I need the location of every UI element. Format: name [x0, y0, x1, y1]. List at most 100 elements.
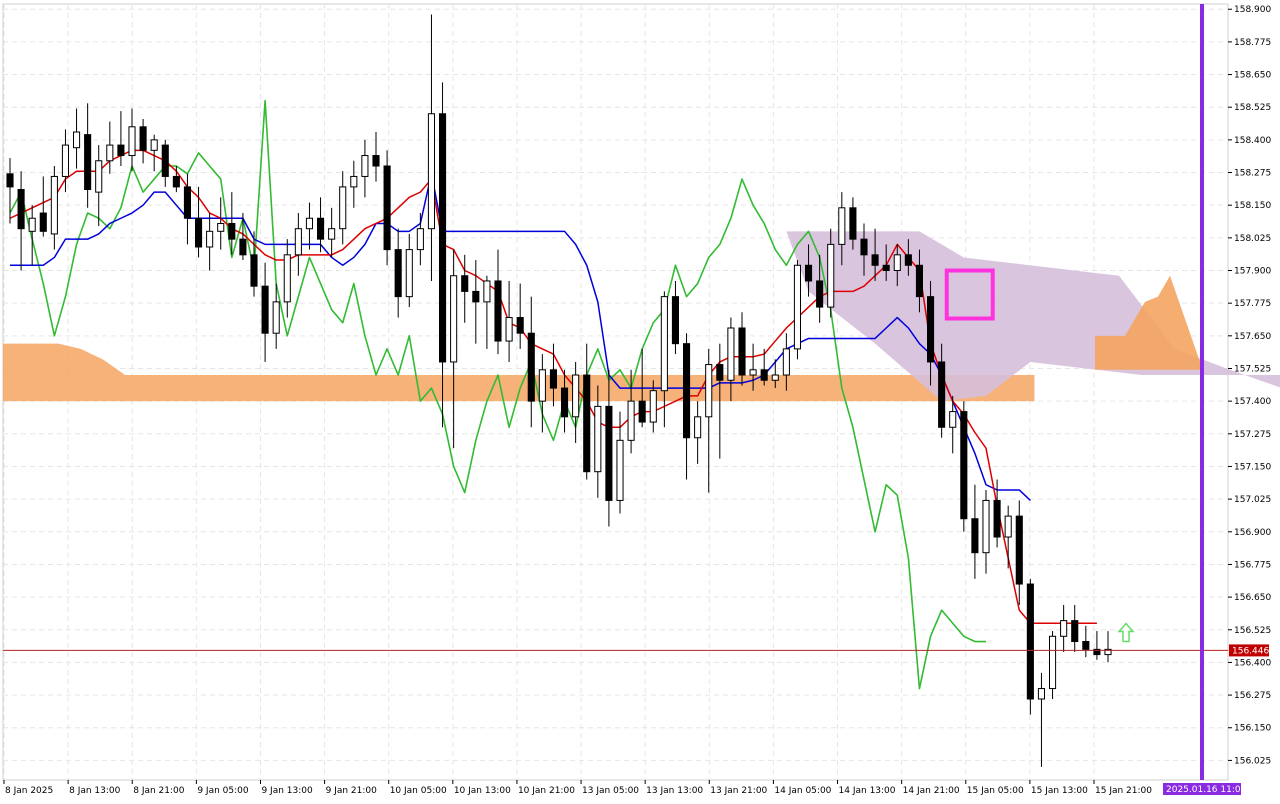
price-tick-label: 157.525 — [1234, 364, 1271, 374]
candle-body-bull — [1037, 688, 1046, 700]
candle-body-bull — [727, 327, 735, 381]
candle — [671, 280, 680, 355]
candle-body-bull — [283, 254, 291, 303]
candle — [694, 401, 702, 464]
candle — [583, 343, 591, 480]
candle — [361, 139, 369, 198]
time-tick-label: 9 Jan 13:00 — [261, 786, 313, 796]
candle-body-bear — [638, 400, 646, 423]
candle-body-bull — [339, 186, 347, 230]
candle — [95, 145, 103, 227]
candle-body-bull — [427, 113, 436, 230]
price-tick-label: 158.900 — [1234, 5, 1271, 15]
candle-body-bear — [194, 217, 203, 248]
candle — [128, 108, 136, 172]
candle-body-bear — [549, 369, 558, 389]
candle — [206, 213, 214, 271]
price-tick-label: 158.650 — [1234, 71, 1271, 81]
candle — [39, 176, 47, 237]
price-tick-label: 157.275 — [1234, 430, 1271, 440]
time-axis: 8 Jan 2025 8 Jan 13:00 8 Jan 21:00 9 Jan 05… — [3, 780, 1152, 796]
candle-body-bull — [827, 243, 835, 308]
candle-body-bear — [804, 264, 813, 282]
time-tick-label: 8 Jan 2025 — [5, 786, 53, 796]
candle-body-bear — [516, 317, 524, 334]
candle-body-bull — [72, 131, 81, 149]
candle — [50, 165, 58, 250]
price-tick-label: 157.900 — [1234, 267, 1271, 277]
candle — [1104, 631, 1112, 663]
time-tick-label: 13 Jan 21:00 — [710, 786, 767, 796]
time-tick-label: 10 Jan 05:00 — [390, 786, 447, 796]
time-tick-label: 13 Jan 13:00 — [646, 786, 703, 796]
candle — [427, 14, 436, 281]
candle — [339, 171, 347, 245]
future-time-label: 2025.01.16 11:00 — [1166, 785, 1247, 795]
candle — [494, 249, 502, 355]
candle-body-bull — [95, 160, 103, 193]
candle-body-bear — [671, 296, 680, 345]
candle — [960, 401, 968, 532]
price-tick-label: 156.025 — [1234, 756, 1271, 766]
candle-body-bear — [84, 134, 92, 191]
candle — [283, 239, 291, 318]
candle — [139, 118, 147, 164]
candle-body-bull — [705, 364, 713, 418]
candle — [106, 121, 114, 174]
candle-body-bear — [971, 518, 979, 554]
candle-body-bull — [538, 369, 546, 402]
candle-body-bear — [39, 212, 47, 232]
candle-body-bear — [1071, 620, 1079, 643]
candle — [450, 249, 458, 449]
price-tick-label: 156.275 — [1234, 691, 1271, 701]
candle-body-bull — [505, 317, 513, 342]
candle — [505, 280, 513, 362]
candle-body-bear — [161, 144, 169, 177]
candle-body-bull — [838, 207, 846, 245]
candle-body-bull — [206, 230, 214, 248]
candle — [117, 111, 125, 166]
candle — [1026, 578, 1034, 715]
current-price-badge: 156.446 — [1229, 644, 1269, 657]
time-tick-label: 10 Jan 13:00 — [454, 786, 511, 796]
ichimoku-cloud — [3, 231, 1280, 402]
candle — [84, 103, 92, 208]
candle-body-bear — [139, 126, 147, 151]
price-tick-label: 157.775 — [1234, 299, 1271, 309]
candle-body-bull — [616, 439, 624, 501]
candle — [394, 228, 402, 318]
candle-body-bear — [926, 296, 935, 363]
candle — [594, 385, 602, 498]
time-tick-label: 15 Jan 05:00 — [967, 786, 1024, 796]
candle — [150, 134, 158, 172]
candle-body-bear — [250, 254, 258, 287]
candle — [572, 361, 580, 443]
candle-body-bull — [405, 249, 413, 298]
candle-body-bear — [849, 207, 857, 240]
candle-body-bull — [217, 222, 225, 232]
candle-body-bear — [261, 285, 269, 334]
candle-body-bear — [228, 222, 236, 240]
candle-body-bull — [949, 411, 957, 428]
current-price-label: 156.446 — [1232, 646, 1269, 656]
candle-body-bull — [749, 369, 757, 376]
candle — [416, 213, 424, 266]
price-chart[interactable]: 156.446 2025.01.16 11:00 158.900 158.775 15… — [0, 0, 1280, 800]
time-tick-label: 15 Jan 13:00 — [1031, 786, 1088, 796]
price-tick-label: 157.650 — [1234, 332, 1271, 342]
candle-body-bear — [682, 343, 691, 439]
candle-body-bull — [694, 416, 702, 439]
price-tick-label: 156.525 — [1234, 626, 1271, 636]
candle-body-bull — [150, 139, 158, 151]
candle-body-bull — [627, 400, 635, 441]
candle — [1060, 604, 1068, 652]
candle-body-bull — [328, 228, 336, 240]
candle — [527, 296, 535, 428]
candle-body-bear — [882, 264, 890, 272]
price-tick-label: 158.150 — [1234, 201, 1271, 211]
price-tick-label: 156.900 — [1234, 528, 1271, 538]
candle-body-bear — [960, 411, 968, 520]
candle-body-bull — [793, 264, 802, 350]
time-tick-label: 8 Jan 13:00 — [69, 786, 121, 796]
time-tick-label: 14 Jan 13:00 — [839, 786, 896, 796]
